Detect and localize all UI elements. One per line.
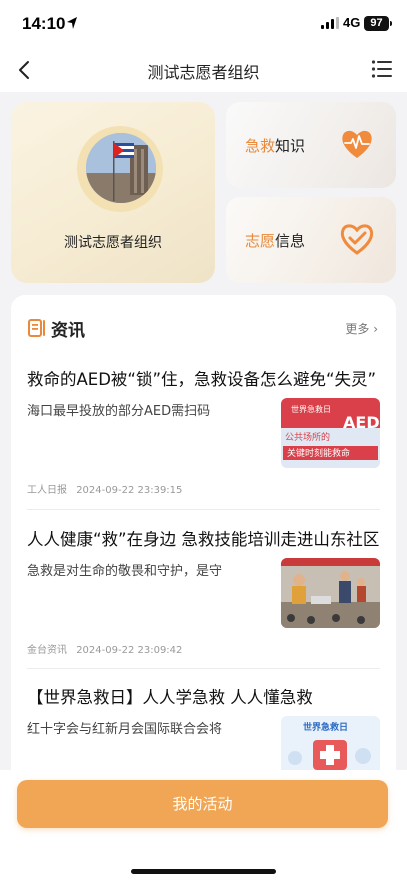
org-card-label: 测试志愿者组织 xyxy=(64,235,162,251)
first-aid-knowledge-card[interactable]: 急救知识 xyxy=(226,102,396,188)
battery-tip xyxy=(390,21,392,26)
news-item[interactable]: 救命的AED被“锁”住，急救设备怎么避免“失灵” 海口最早投放的部分AED需扫码… xyxy=(27,366,380,522)
first-aid-knowledge-title: 急救知识 xyxy=(245,135,305,156)
news-item-thumbnail xyxy=(281,558,380,628)
news-item[interactable]: 人人健康“救”在身边 急救技能培训走进山东社区 急救是对生命的敬畏和守护，是守 xyxy=(27,526,380,682)
flag-image xyxy=(86,133,156,203)
first-aid-accent-text: 急救 xyxy=(245,137,276,155)
news-item-title: 【世界急救日】人人学急救 人人懂急救 xyxy=(27,688,313,707)
news-item-desc: 急救是对生命的敬畏和守护，是守 xyxy=(27,564,223,579)
heart-check-icon xyxy=(340,224,374,255)
thumb-line1: 世界急救日 xyxy=(303,721,348,733)
network-type: 4G xyxy=(343,15,361,30)
status-bar: 14:10 4G 97 xyxy=(0,0,407,48)
thumb-line3: 关键时刻能救命 xyxy=(287,447,350,459)
news-item-meta: 金台资讯 2024-09-22 23:09:42 xyxy=(27,641,182,656)
news-more-label: 更多 xyxy=(345,322,370,336)
nav-bar: 测试志愿者组织 xyxy=(0,48,407,92)
news-item-time: 2024-09-22 23:39:15 xyxy=(76,485,183,496)
location-arrow-icon xyxy=(67,17,77,29)
news-item-title: 救命的AED被“锁”住，急救设备怎么避免“失灵” xyxy=(27,370,377,389)
signal-icon xyxy=(321,17,339,29)
status-time: 14:10 xyxy=(22,14,66,33)
chevron-right-icon: › xyxy=(373,322,378,336)
news-section-title: 资讯 xyxy=(51,321,85,341)
volunteer-accent-text: 志愿 xyxy=(245,232,276,250)
divider xyxy=(27,668,380,669)
org-photo xyxy=(86,133,156,203)
news-item-thumbnail: 世界急救日 AED 公共场所的 关键时刻能救命 xyxy=(281,398,380,468)
battery-icon: 97 xyxy=(364,16,389,31)
my-activity-button[interactable]: 我的活动 xyxy=(17,780,388,828)
news-more-link[interactable]: 更多 › xyxy=(345,320,378,337)
news-item-meta: 工人日报 2024-09-22 23:39:15 xyxy=(27,481,182,496)
volunteer-rest-text: 信息 xyxy=(275,232,306,250)
news-item-source: 金台资讯 xyxy=(27,645,67,656)
news-icon xyxy=(28,319,45,337)
first-aid-rest-text: 知识 xyxy=(275,137,306,155)
divider xyxy=(27,509,380,510)
news-item-thumbnail: 世界急救日 xyxy=(281,716,380,776)
news-item-desc: 海口最早投放的部分AED需扫码 xyxy=(27,404,211,419)
thumb-line2: 公共场所的 xyxy=(285,431,330,443)
home-indicator xyxy=(131,869,276,874)
volunteer-info-card[interactable]: 志愿信息 xyxy=(226,197,396,283)
news-item-title: 人人健康“救”在身边 急救技能培训走进山东社区 xyxy=(27,530,380,549)
news-item-time: 2024-09-22 23:09:42 xyxy=(76,645,183,656)
org-card[interactable]: 测试志愿者组织 xyxy=(11,102,215,283)
news-item-desc: 红十字会与红新月会国际联合会将 xyxy=(27,722,223,737)
thumb-aed-badge: AED xyxy=(343,413,380,432)
menu-list-icon[interactable] xyxy=(371,58,393,80)
news-item-source: 工人日报 xyxy=(27,485,67,496)
page-title: 测试志愿者组织 xyxy=(147,63,260,82)
thumb-line1: 世界急救日 xyxy=(291,404,331,414)
heartbeat-icon xyxy=(342,130,372,158)
volunteer-info-title: 志愿信息 xyxy=(245,230,305,251)
